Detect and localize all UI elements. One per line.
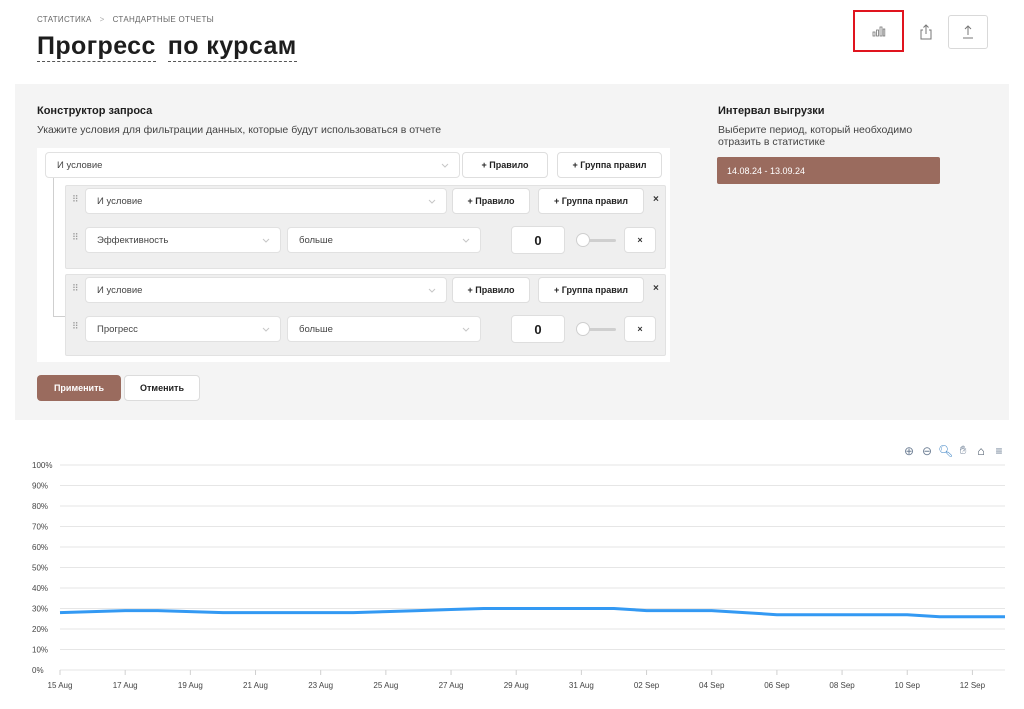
chart-view-button[interactable] bbox=[853, 10, 904, 52]
page-title-word-2[interactable]: по курсам bbox=[167, 32, 297, 62]
group-2-condition-select[interactable]: И условие bbox=[85, 277, 447, 303]
group-2-condition-value: И условие bbox=[97, 284, 143, 296]
apply-button[interactable]: Применить bbox=[37, 375, 121, 401]
chevron-down-icon bbox=[462, 327, 470, 332]
filter-panel: Конструктор запроса Укажите условия для … bbox=[15, 84, 1009, 420]
group-1-value-input[interactable]: 0 bbox=[511, 226, 565, 254]
page-title-word-1[interactable]: Прогресс bbox=[37, 32, 156, 62]
cancel-button[interactable]: Отменить bbox=[124, 375, 200, 401]
interval-title: Интервал выгрузки bbox=[718, 105, 825, 117]
add-group-button[interactable]: + Группа правил bbox=[557, 152, 662, 178]
group-2-operator-select[interactable]: больше bbox=[287, 316, 481, 342]
x-tick-label: 10 Sep bbox=[895, 681, 921, 690]
upload-icon bbox=[963, 25, 973, 39]
x-tick-label: 31 Aug bbox=[569, 681, 594, 690]
tree-connector-branch bbox=[53, 316, 65, 317]
x-tick-label: 21 Aug bbox=[243, 681, 268, 690]
query-builder-title: Конструктор запроса bbox=[37, 105, 153, 117]
group-2-remove-button[interactable]: × bbox=[653, 283, 659, 294]
rule-group-2: ⠿ И условие + Правило + Группа правил × … bbox=[65, 274, 666, 356]
drag-handle-icon[interactable]: ⠿ bbox=[72, 321, 79, 332]
group-2-field-select[interactable]: Прогресс bbox=[85, 316, 281, 342]
y-tick-label: 100% bbox=[32, 461, 52, 470]
group-1-toggle[interactable] bbox=[576, 233, 618, 247]
chevron-down-icon bbox=[462, 238, 470, 243]
rule-group-1: ⠿ И условие + Правило + Группа правил × … bbox=[65, 185, 666, 269]
date-range-input[interactable]: 14.08.24 - 13.09.24 bbox=[717, 157, 940, 184]
upload-button[interactable] bbox=[948, 15, 988, 49]
drag-handle-icon[interactable]: ⠿ bbox=[72, 194, 79, 205]
group-2-add-rule-button[interactable]: + Правило bbox=[452, 277, 530, 303]
group-2-value-input[interactable]: 0 bbox=[511, 315, 565, 343]
root-condition-select[interactable]: И условие bbox=[45, 152, 460, 178]
y-tick-label: 60% bbox=[32, 543, 48, 552]
y-tick-label: 90% bbox=[32, 482, 48, 491]
x-tick-label: 25 Aug bbox=[373, 681, 398, 690]
add-rule-button[interactable]: + Правило bbox=[462, 152, 548, 178]
group-2-toggle[interactable] bbox=[576, 322, 618, 336]
query-builder-card: И условие + Правило + Группа правил ⠿ И … bbox=[37, 148, 670, 362]
interval-subtitle-line-2: отразить в статистике bbox=[718, 136, 826, 148]
group-2-add-group-button[interactable]: + Группа правил bbox=[538, 277, 644, 303]
x-tick-label: 02 Sep bbox=[634, 681, 660, 690]
share-button[interactable] bbox=[906, 15, 946, 49]
group-1-condition-select[interactable]: И условие bbox=[85, 188, 447, 214]
breadcrumb-separator: > bbox=[99, 15, 105, 24]
progress-line-chart: 0% 10% 20% 30% 40% 50% 60% 70% 80% 90% 100% 15 Aug 1… bbox=[32, 461, 1005, 690]
y-tick-label: 20% bbox=[32, 625, 48, 634]
group-2-field-value: Прогресс bbox=[97, 323, 138, 335]
group-2-rule-remove-button[interactable]: × bbox=[624, 316, 656, 342]
series-line-1[interactable] bbox=[59, 607, 1005, 619]
tree-connector bbox=[53, 178, 54, 316]
group-1-remove-button[interactable]: × bbox=[653, 194, 659, 205]
group-1-field-value: Эффективность bbox=[97, 234, 169, 246]
y-tick-label: 40% bbox=[32, 584, 48, 593]
group-2-operator-value: больше bbox=[299, 323, 333, 335]
x-tick-label: 29 Aug bbox=[504, 681, 529, 690]
y-tick-label: 0% bbox=[32, 666, 44, 675]
breadcrumb-item-statistics[interactable]: СТАТИСТИКА bbox=[37, 15, 92, 24]
group-1-add-rule-button[interactable]: + Правило bbox=[452, 188, 530, 214]
root-condition-value: И условие bbox=[57, 159, 103, 171]
breadcrumb-item-standard-reports[interactable]: СТАНДАРТНЫЕ ОТЧЕТЫ bbox=[113, 15, 214, 24]
chevron-down-icon bbox=[428, 288, 436, 293]
group-1-operator-select[interactable]: больше bbox=[287, 227, 481, 253]
drag-handle-icon[interactable]: ⠿ bbox=[72, 283, 79, 294]
y-tick-label: 30% bbox=[32, 605, 48, 614]
x-tick-label: 27 Aug bbox=[439, 681, 464, 690]
x-tick-label: 23 Aug bbox=[308, 681, 333, 690]
y-tick-label: 10% bbox=[32, 646, 48, 655]
chevron-down-icon bbox=[262, 327, 270, 332]
share-icon bbox=[920, 24, 932, 40]
y-tick-label: 70% bbox=[32, 523, 48, 532]
breadcrumb: СТАТИСТИКА > СТАНДАРТНЫЕ ОТЧЕТЫ bbox=[37, 15, 214, 24]
interval-subtitle-line-1: Выберите период, который необходимо bbox=[718, 124, 913, 136]
x-tick-label: 15 Aug bbox=[48, 681, 73, 690]
x-tick-label: 17 Aug bbox=[113, 681, 138, 690]
x-tick-label: 06 Sep bbox=[764, 681, 790, 690]
chevron-down-icon bbox=[441, 163, 449, 168]
chevron-down-icon bbox=[428, 199, 436, 204]
x-tick-label: 12 Sep bbox=[960, 681, 986, 690]
query-builder-subtitle: Укажите условия для фильтрации данных, к… bbox=[37, 124, 442, 136]
group-1-field-select[interactable]: Эффективность bbox=[85, 227, 281, 253]
x-tick-label: 19 Aug bbox=[178, 681, 203, 690]
y-tick-label: 80% bbox=[32, 502, 48, 511]
group-1-operator-value: больше bbox=[299, 234, 333, 246]
x-tick-label: 08 Sep bbox=[829, 681, 855, 690]
group-1-add-group-button[interactable]: + Группа правил bbox=[538, 188, 644, 214]
drag-handle-icon[interactable]: ⠿ bbox=[72, 232, 79, 243]
group-1-condition-value: И условие bbox=[97, 195, 143, 207]
x-tick-label: 04 Sep bbox=[699, 681, 725, 690]
y-tick-label: 50% bbox=[32, 564, 48, 573]
page-title: Прогресс по курсам bbox=[37, 32, 297, 62]
chevron-down-icon bbox=[262, 238, 270, 243]
bar-chart-icon bbox=[872, 26, 885, 37]
group-1-rule-remove-button[interactable]: × bbox=[624, 227, 656, 253]
